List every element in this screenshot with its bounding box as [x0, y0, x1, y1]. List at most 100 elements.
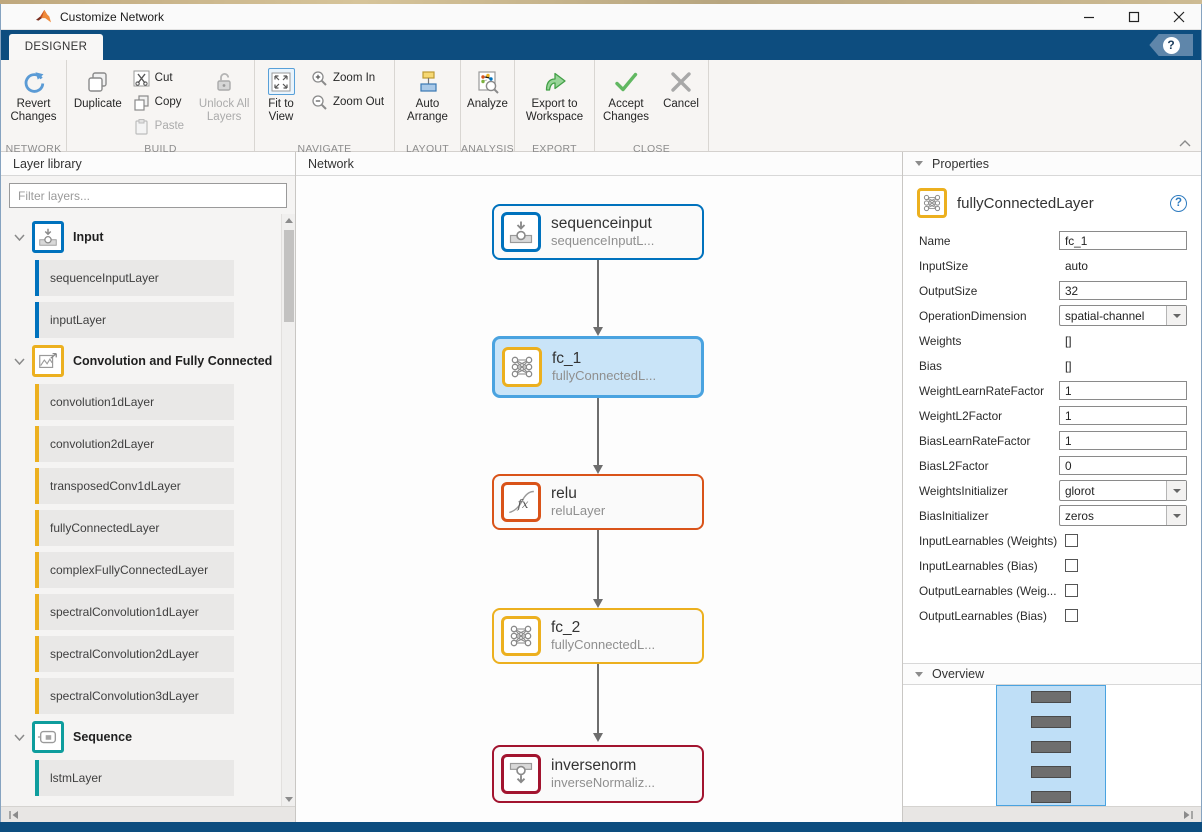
revert-icon	[20, 68, 47, 95]
overview-header[interactable]: Overview	[903, 663, 1201, 685]
weight-learn-rate-factor-field[interactable]	[1059, 381, 1187, 400]
duplicate-icon	[84, 68, 111, 95]
weight-l2-factor-field[interactable]	[1059, 406, 1187, 425]
minimap-layer-block	[1031, 766, 1071, 778]
window-title: Customize Network	[60, 10, 164, 24]
list-item-transposedConv1dLayer[interactable]: transposedConv1dLayer	[35, 468, 234, 504]
customize-network-window: Customize Network DESIGNER ?	[0, 4, 1202, 822]
network-canvas[interactable]: sequenceinput sequenceInputL... fc_1 ful…	[296, 176, 902, 822]
layer-library-panel: Layer library Input sequenceInputLayer i…	[1, 152, 296, 822]
zoom-in-button[interactable]: Zoom In	[307, 66, 391, 90]
zoom-out-button[interactable]: Zoom Out	[307, 90, 391, 114]
scrollbar-thumb[interactable]	[284, 230, 294, 322]
minimap-layer-block	[1031, 716, 1071, 728]
toolstrip-collapse-button[interactable]	[1179, 139, 1191, 147]
collapse-right-icon[interactable]	[1181, 810, 1195, 820]
output-size-field[interactable]	[1059, 281, 1187, 300]
filter-layers-input[interactable]	[9, 183, 287, 208]
chevron-down-icon[interactable]	[1166, 306, 1186, 325]
list-item-sequenceInputLayer[interactable]: sequenceInputLayer	[35, 260, 234, 296]
node-fc_1-selected[interactable]: fc_1 fullyConnectedL...	[492, 336, 704, 398]
paste-button[interactable]: Paste	[129, 114, 195, 138]
maximize-icon	[1128, 11, 1140, 23]
cut-button[interactable]: Cut	[129, 66, 195, 90]
minimap-viewport[interactable]	[996, 685, 1106, 806]
chevron-down-icon	[14, 358, 25, 365]
node-sequenceinput[interactable]: sequenceinput sequenceInputL...	[492, 204, 704, 260]
paste-icon	[133, 118, 150, 135]
list-item-inputLayer[interactable]: inputLayer	[35, 302, 234, 338]
weights-initializer-select[interactable]: glorot	[1059, 480, 1187, 501]
tab-designer[interactable]: DESIGNER	[9, 34, 103, 60]
collapse-left-icon[interactable]	[7, 810, 21, 820]
list-item-spectralConvolution2dLayer[interactable]: spectralConvolution2dLayer	[35, 636, 234, 672]
list-item-lstmLayer[interactable]: lstmLayer	[35, 760, 234, 796]
auto-arrange-button[interactable]: Auto Arrange	[395, 64, 460, 142]
property-label: OutputSize	[919, 284, 1059, 298]
bias-initializer-select[interactable]: zeros	[1059, 505, 1187, 526]
analyze-button[interactable]: Analyze	[461, 64, 514, 142]
minimize-button[interactable]	[1066, 4, 1111, 29]
ribbon-tab-bar: DESIGNER ?	[1, 30, 1201, 60]
revert-changes-button[interactable]: Revert Changes	[1, 64, 66, 142]
maximize-button[interactable]	[1111, 4, 1156, 29]
layer-type-title: fullyConnectedLayer	[957, 195, 1094, 212]
scroll-up-icon[interactable]	[285, 218, 293, 223]
accept-changes-button[interactable]: Accept Changes	[595, 64, 657, 142]
operation-dimension-select[interactable]: spatial-channel	[1059, 305, 1187, 326]
chevron-down-icon[interactable]	[1166, 506, 1186, 525]
sequence-input-icon	[501, 212, 541, 252]
duplicate-button[interactable]: Duplicate	[67, 64, 129, 142]
copy-button[interactable]: Copy	[129, 90, 195, 114]
input-size-value: auto	[1059, 259, 1187, 273]
unlock-all-layers-button[interactable]: Unlock All Layers	[194, 64, 254, 142]
node-relu[interactable]: fx relu reluLayer	[492, 474, 704, 530]
desktop-background-bottom	[0, 822, 1202, 832]
cancel-button[interactable]: Cancel	[657, 64, 705, 142]
property-label: WeightL2Factor	[919, 409, 1059, 423]
library-vertical-scrollbar[interactable]	[281, 214, 295, 806]
minimap-layer-block	[1031, 741, 1071, 753]
list-item-spectralConvolution3dLayer[interactable]: spectralConvolution3dLayer	[35, 678, 234, 714]
edge-arrow	[597, 260, 599, 327]
properties-bottom-bar	[903, 806, 1201, 822]
fully-connected-icon	[501, 616, 541, 656]
section-layout: Auto Arrange LAYOUT	[395, 60, 461, 151]
library-bottom-bar	[1, 806, 295, 822]
group-sequence[interactable]: Sequence	[1, 720, 280, 754]
export-to-workspace-button[interactable]: Export to Workspace	[515, 64, 594, 142]
name-field[interactable]	[1059, 231, 1187, 250]
list-item-convolution1dLayer[interactable]: convolution1dLayer	[35, 384, 234, 420]
node-inversenorm[interactable]: inversenorm inverseNormaliz...	[492, 745, 704, 803]
chevron-down-icon[interactable]	[1166, 481, 1186, 500]
layer-help-icon[interactable]: ?	[1170, 195, 1187, 212]
output-learnables-bias-checkbox[interactable]	[1065, 609, 1078, 622]
chevron-down-icon	[14, 734, 25, 741]
scroll-down-icon[interactable]	[285, 797, 293, 802]
overview-minimap[interactable]	[903, 685, 1201, 806]
list-item-spectralConvolution1dLayer[interactable]: spectralConvolution1dLayer	[35, 594, 234, 630]
property-label: OutputLearnables (Bias)	[919, 609, 1059, 623]
fit-to-view-button[interactable]: Fit to View	[255, 64, 307, 142]
input-learnables-bias-checkbox[interactable]	[1065, 559, 1078, 572]
properties-header[interactable]: Properties	[903, 152, 1201, 176]
output-learnables-weights-checkbox[interactable]	[1065, 584, 1078, 597]
section-close: Accept Changes Cancel CLOSE	[595, 60, 709, 151]
group-convolution[interactable]: Convolution and Fully Connected	[1, 344, 280, 378]
property-label: OutputLearnables (Weig...	[919, 584, 1059, 598]
node-fc_2[interactable]: fc_2 fullyConnectedL...	[492, 608, 704, 664]
list-item-convolution2dLayer[interactable]: convolution2dLayer	[35, 426, 234, 462]
bias-l2-factor-field[interactable]	[1059, 456, 1187, 475]
minimize-icon	[1083, 11, 1095, 23]
bias-learn-rate-factor-field[interactable]	[1059, 431, 1187, 450]
list-item-complexFullyConnectedLayer[interactable]: complexFullyConnectedLayer	[35, 552, 234, 588]
list-item-fullyConnectedLayer[interactable]: fullyConnectedLayer	[35, 510, 234, 546]
help-button[interactable]: ?	[1141, 34, 1193, 56]
group-input[interactable]: Input	[1, 220, 280, 254]
close-button[interactable]	[1156, 4, 1201, 29]
input-learnables-weights-checkbox[interactable]	[1065, 534, 1078, 547]
relu-icon: fx	[501, 482, 541, 522]
section-export: Export to Workspace EXPORT	[515, 60, 595, 151]
minimap-layer-block	[1031, 791, 1071, 803]
edge-arrow	[597, 398, 599, 465]
